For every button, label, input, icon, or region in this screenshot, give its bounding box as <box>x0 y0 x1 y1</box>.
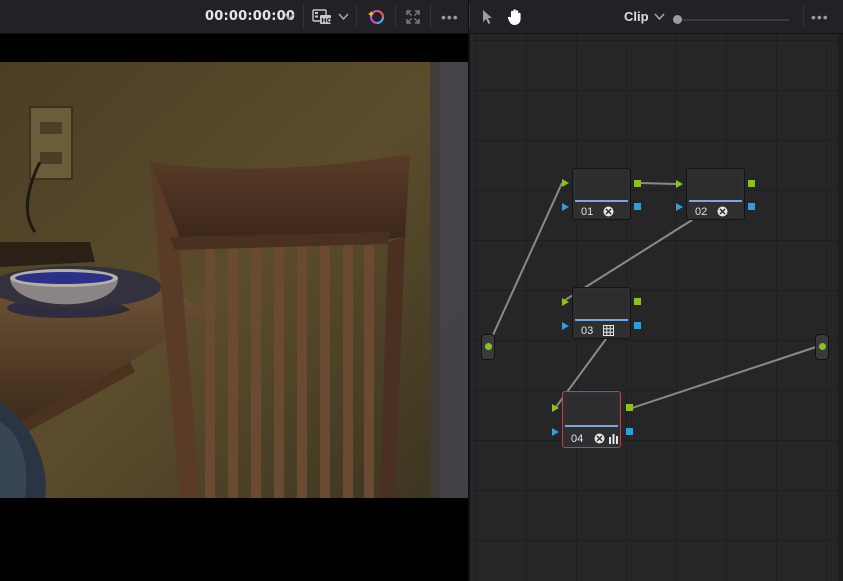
more-options-dots: ••• <box>441 8 459 25</box>
node-status-bar <box>575 200 628 202</box>
corrector-node-02[interactable]: 02 <box>686 168 745 220</box>
node-04-rgb-input[interactable] <box>552 404 559 412</box>
node-thumbnail <box>576 172 627 200</box>
node-04-key-output[interactable] <box>626 428 633 435</box>
node-editor-canvas[interactable] <box>469 34 843 581</box>
clip-mode-selector[interactable]: Clip <box>624 0 649 33</box>
node-02-rgb-input[interactable] <box>676 180 683 188</box>
quality-dropdown-chevron-icon[interactable] <box>338 0 349 33</box>
node-02-key-input[interactable] <box>676 203 683 211</box>
svg-text:HQ: HQ <box>321 16 332 24</box>
timecode-display[interactable]: 00:00:00:00 <box>205 0 295 33</box>
pointer-tool-icon[interactable] <box>482 0 494 33</box>
node-status-bar <box>565 425 618 427</box>
node-01-rgb-input[interactable] <box>562 179 569 187</box>
clip-mode-chevron-icon[interactable] <box>654 0 665 33</box>
node-03-rgb-input[interactable] <box>562 298 569 306</box>
node-zoom-slider-knob[interactable] <box>673 15 682 24</box>
node-zoom-slider[interactable] <box>677 19 789 21</box>
fx-icon <box>603 206 614 217</box>
source-input-node[interactable] <box>481 334 495 360</box>
node-label: 02 <box>695 206 708 218</box>
node-status-bar <box>575 319 628 321</box>
output-node[interactable] <box>815 334 829 360</box>
node-01-key-output[interactable] <box>634 203 641 210</box>
node-04-rgb-output[interactable] <box>626 404 633 411</box>
proxy-quality-icon[interactable]: HQ <box>312 0 332 33</box>
node-03-key-input[interactable] <box>562 322 569 330</box>
clip-mode-label: Clip <box>624 9 649 24</box>
viewer-image <box>0 62 468 498</box>
viewer-panel <box>0 34 468 581</box>
fx-icon <box>594 433 605 444</box>
node-label: 01 <box>581 206 594 218</box>
node-editor-scrollbar[interactable] <box>838 34 843 581</box>
node-thumbnail <box>576 291 627 319</box>
node-label: 04 <box>571 433 584 445</box>
source-output-dot[interactable] <box>485 343 492 350</box>
color-wheel-effects-icon[interactable] <box>366 0 386 33</box>
timecode-dropdown-chevron-icon[interactable] <box>284 0 295 33</box>
levels-icon <box>609 434 618 444</box>
viewer-toolbar: 00:00:00:00 HQ ••• Clip ••• <box>0 0 843 34</box>
node-01-rgb-output[interactable] <box>634 180 641 187</box>
node-label: 03 <box>581 325 594 337</box>
corrector-node-01[interactable]: 01 <box>572 168 631 220</box>
hand-tool-icon[interactable] <box>506 0 524 33</box>
node-editor-more-options-button[interactable]: ••• <box>811 0 829 33</box>
node-02-key-output[interactable] <box>748 203 755 210</box>
fx-icon <box>717 206 728 217</box>
viewer-more-options-button[interactable]: ••• <box>441 0 459 33</box>
fullscreen-icon[interactable] <box>406 0 420 33</box>
grid-icon <box>603 325 614 336</box>
corrector-node-04[interactable]: 04 <box>562 391 621 448</box>
node-more-options-dots: ••• <box>811 8 829 25</box>
timecode-text: 00:00:00:00 <box>205 9 296 24</box>
node-01-key-input[interactable] <box>562 203 569 211</box>
node-thumbnail <box>566 395 617 423</box>
node-status-bar <box>689 200 742 202</box>
output-input-dot[interactable] <box>819 343 826 350</box>
corrector-node-03[interactable]: 03 <box>572 287 631 339</box>
node-04-key-input[interactable] <box>552 428 559 436</box>
node-thumbnail <box>690 172 741 200</box>
node-02-rgb-output[interactable] <box>748 180 755 187</box>
node-03-key-output[interactable] <box>634 322 641 329</box>
node-03-rgb-output[interactable] <box>634 298 641 305</box>
